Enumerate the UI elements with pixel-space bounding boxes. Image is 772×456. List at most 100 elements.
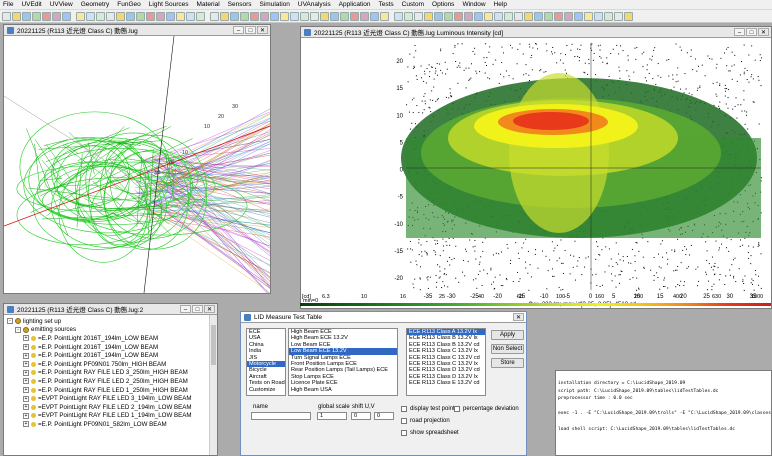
toolbar-tool-icon[interactable] — [310, 11, 319, 21]
list-item[interactable]: ECE R113 Class C 13.2V cd — [407, 355, 485, 361]
menu-item-help[interactable]: Help — [494, 1, 507, 8]
close-button[interactable]: ✕ — [513, 313, 524, 321]
toolbar-tool-icon[interactable] — [514, 11, 523, 21]
scene-tree[interactable]: - lighting set up - emitting sources + =E.P. … — [4, 315, 209, 455]
list-item[interactable]: ECE R113 Class B 13.2V lx — [407, 335, 485, 341]
luminous-intensity-window[interactable]: 20221125 (R113 近光燈 Class C) 動態.lug Lumin… — [300, 26, 772, 309]
non-select-button[interactable]: Non Select — [491, 344, 524, 354]
toolbar-tool-icon[interactable] — [86, 11, 95, 21]
console-output[interactable]: installation directory = C:\LucidShape_2… — [555, 370, 772, 456]
region-list[interactable]: ECE USA China India JIS Motorcycle Bicycle Airc… — [246, 328, 286, 396]
toolbar-tool-icon[interactable] — [186, 11, 195, 21]
toolbar-tool-icon[interactable] — [250, 11, 259, 21]
menu-item-custom[interactable]: Custom — [402, 1, 424, 8]
maximize-button[interactable]: □ — [746, 28, 757, 36]
toolbar-tool-icon[interactable] — [594, 11, 603, 21]
toolbar-tool-icon[interactable] — [434, 11, 443, 21]
toolbar-tool-icon[interactable] — [350, 11, 359, 21]
intensity-plot[interactable]: 20 15 10 5 0 -5 -10 -15 -20 -35 -30 -25 -20 -15 -10 -5 0… — [301, 38, 771, 308]
close-button[interactable]: ✕ — [204, 305, 215, 313]
toolbar-tool-icon[interactable] — [524, 11, 533, 21]
tree-item[interactable]: + =E.P. PointLight 2016T_194lm_LOW BEAM — [7, 334, 209, 343]
class-list[interactable]: ECE R113 Class A 13.2V lx ECE R113 Class … — [406, 328, 486, 396]
toolbar-tool-icon[interactable] — [2, 11, 11, 21]
menu-item-options[interactable]: Options — [432, 1, 454, 8]
tree-item[interactable]: + =E.P. PointLight PF09N01 750lm_HIGH BEA… — [7, 360, 209, 369]
toolbar-tool-icon[interactable] — [320, 11, 329, 21]
toolbar-tool-icon[interactable] — [340, 11, 349, 21]
menu-item-uvedit[interactable]: UVEdit — [21, 1, 41, 8]
toolbar-tool-icon[interactable] — [52, 11, 61, 21]
expand-icon[interactable]: + — [23, 361, 29, 368]
list-item[interactable]: ECE R113 Class C 13.2V lx — [407, 348, 485, 354]
menu-item-uvview[interactable]: UVView — [50, 1, 73, 8]
menu-item-window[interactable]: Window — [462, 1, 485, 8]
tree-item[interactable]: - emitting sources — [7, 326, 209, 335]
toolbar-tool-icon[interactable] — [116, 11, 125, 21]
geometry-view-window[interactable]: 20221125 (R113 近光燈 Class C) 動態.lug – □ ✕… — [3, 24, 271, 294]
toolbar-tool-icon[interactable] — [414, 11, 423, 21]
apply-button[interactable]: Apply — [491, 330, 524, 340]
expand-icon[interactable]: + — [23, 404, 29, 411]
toolbar-tool-icon[interactable] — [96, 11, 105, 21]
show-spreadsheet-checkbox[interactable] — [401, 430, 407, 436]
minimize-button[interactable]: – — [180, 305, 191, 313]
menu-item-simulation[interactable]: Simulation — [260, 1, 290, 8]
menu-item-material[interactable]: Material — [197, 1, 220, 8]
collapse-icon[interactable]: - — [7, 318, 13, 325]
expand-icon[interactable]: + — [23, 387, 29, 394]
toolbar-tool-icon[interactable] — [444, 11, 453, 21]
tree-item[interactable]: + =E.P. PointLight RAY FILE LED 3_250lm_H… — [7, 369, 209, 378]
list-item[interactable]: ECE R113 Class D 13.2V cd — [407, 367, 485, 373]
maximize-button[interactable]: □ — [245, 26, 256, 34]
lid-measure-test-dialog[interactable]: LID Measure Test Table ✕ ECE USA China Indi… — [240, 311, 527, 456]
maximize-button[interactable]: □ — [192, 305, 203, 313]
toolbar-tool-icon[interactable] — [484, 11, 493, 21]
toolbar-tool-icon[interactable] — [534, 11, 543, 21]
shift-u-input[interactable]: 0 — [351, 412, 371, 420]
toolbar-tool-icon[interactable] — [454, 11, 463, 21]
toolbar-tool-icon[interactable] — [156, 11, 165, 21]
toolbar-tool-icon[interactable] — [330, 11, 339, 21]
menu-item-fungeo[interactable]: FunGeo — [117, 1, 141, 8]
toolbar-tool-icon[interactable] — [146, 11, 155, 21]
expand-icon[interactable]: + — [23, 412, 29, 419]
toolbar-tool-icon[interactable] — [270, 11, 279, 21]
name-input[interactable] — [251, 412, 311, 420]
tree-item[interactable]: + =E.P. PointLight RAY FILE LED 2_250lm_H… — [7, 377, 209, 386]
tree-item[interactable]: - lighting set up — [7, 317, 209, 326]
tree-item[interactable]: + =E.P. PointLight 2016T_194lm_LOW BEAM — [7, 351, 209, 360]
menu-item-light-sources[interactable]: Light Sources — [149, 1, 189, 8]
toolbar-tool-icon[interactable] — [210, 11, 219, 21]
list-item[interactable]: High Beam USA — [289, 387, 397, 393]
toolbar-tool-icon[interactable] — [544, 11, 553, 21]
scene-tree-window[interactable]: 20221125 (R113 近光燈 Class C) 動態.lug:2 – □… — [3, 303, 218, 456]
toolbar-tool-icon[interactable] — [394, 11, 403, 21]
scrollbar-thumb[interactable] — [211, 325, 216, 365]
intensity-distribution-plot[interactable]: 20151050-5-10-15-20-35 -30 -25 -20 -15 -10 -5 0… — [301, 38, 771, 308]
menu-item-sensors[interactable]: Sensors — [228, 1, 252, 8]
toolbar-tool-icon[interactable] — [494, 11, 503, 21]
toolbar-tool-icon[interactable] — [360, 11, 369, 21]
toolbar-tool-icon[interactable] — [504, 11, 513, 21]
toolbar-tool-icon[interactable] — [32, 11, 41, 21]
toolbar-tool-icon[interactable] — [196, 11, 205, 21]
toolbar-tool-icon[interactable] — [230, 11, 239, 21]
minimize-button[interactable]: – — [734, 28, 745, 36]
tree-item[interactable]: + =EVPT PointLight RAY FILE LED 2_194lm_L… — [7, 403, 209, 412]
tree-item[interactable]: + =E.P. PointLight 2016T_194lm_LOW BEAM — [7, 343, 209, 352]
menu-item-tests[interactable]: Tests — [378, 1, 393, 8]
tree-item[interactable]: + =EVPT PointLight RAY FILE LED 3_194lm_L… — [7, 394, 209, 403]
ray-trace-render[interactable]: 30 20 10 -10 -20 -30 — [4, 36, 270, 293]
store-button[interactable]: Store — [491, 358, 524, 368]
toolbar-tool-icon[interactable] — [424, 11, 433, 21]
toolbar-tool-icon[interactable] — [564, 11, 573, 21]
toolbar-tool-icon[interactable] — [464, 11, 473, 21]
menu-item-uvanalysis[interactable]: UVAnalysis — [298, 1, 331, 8]
collapse-icon[interactable]: - — [15, 326, 21, 333]
toolbar-tool-icon[interactable] — [62, 11, 71, 21]
list-item[interactable]: ECE R113 Class E 13.2V cd — [407, 380, 485, 386]
toolbar-tool-icon[interactable] — [106, 11, 115, 21]
tree-item[interactable]: + =EVPT PointLight RAY FILE LED 1_194lm_L… — [7, 412, 209, 421]
toolbar-tool-icon[interactable] — [12, 11, 21, 21]
